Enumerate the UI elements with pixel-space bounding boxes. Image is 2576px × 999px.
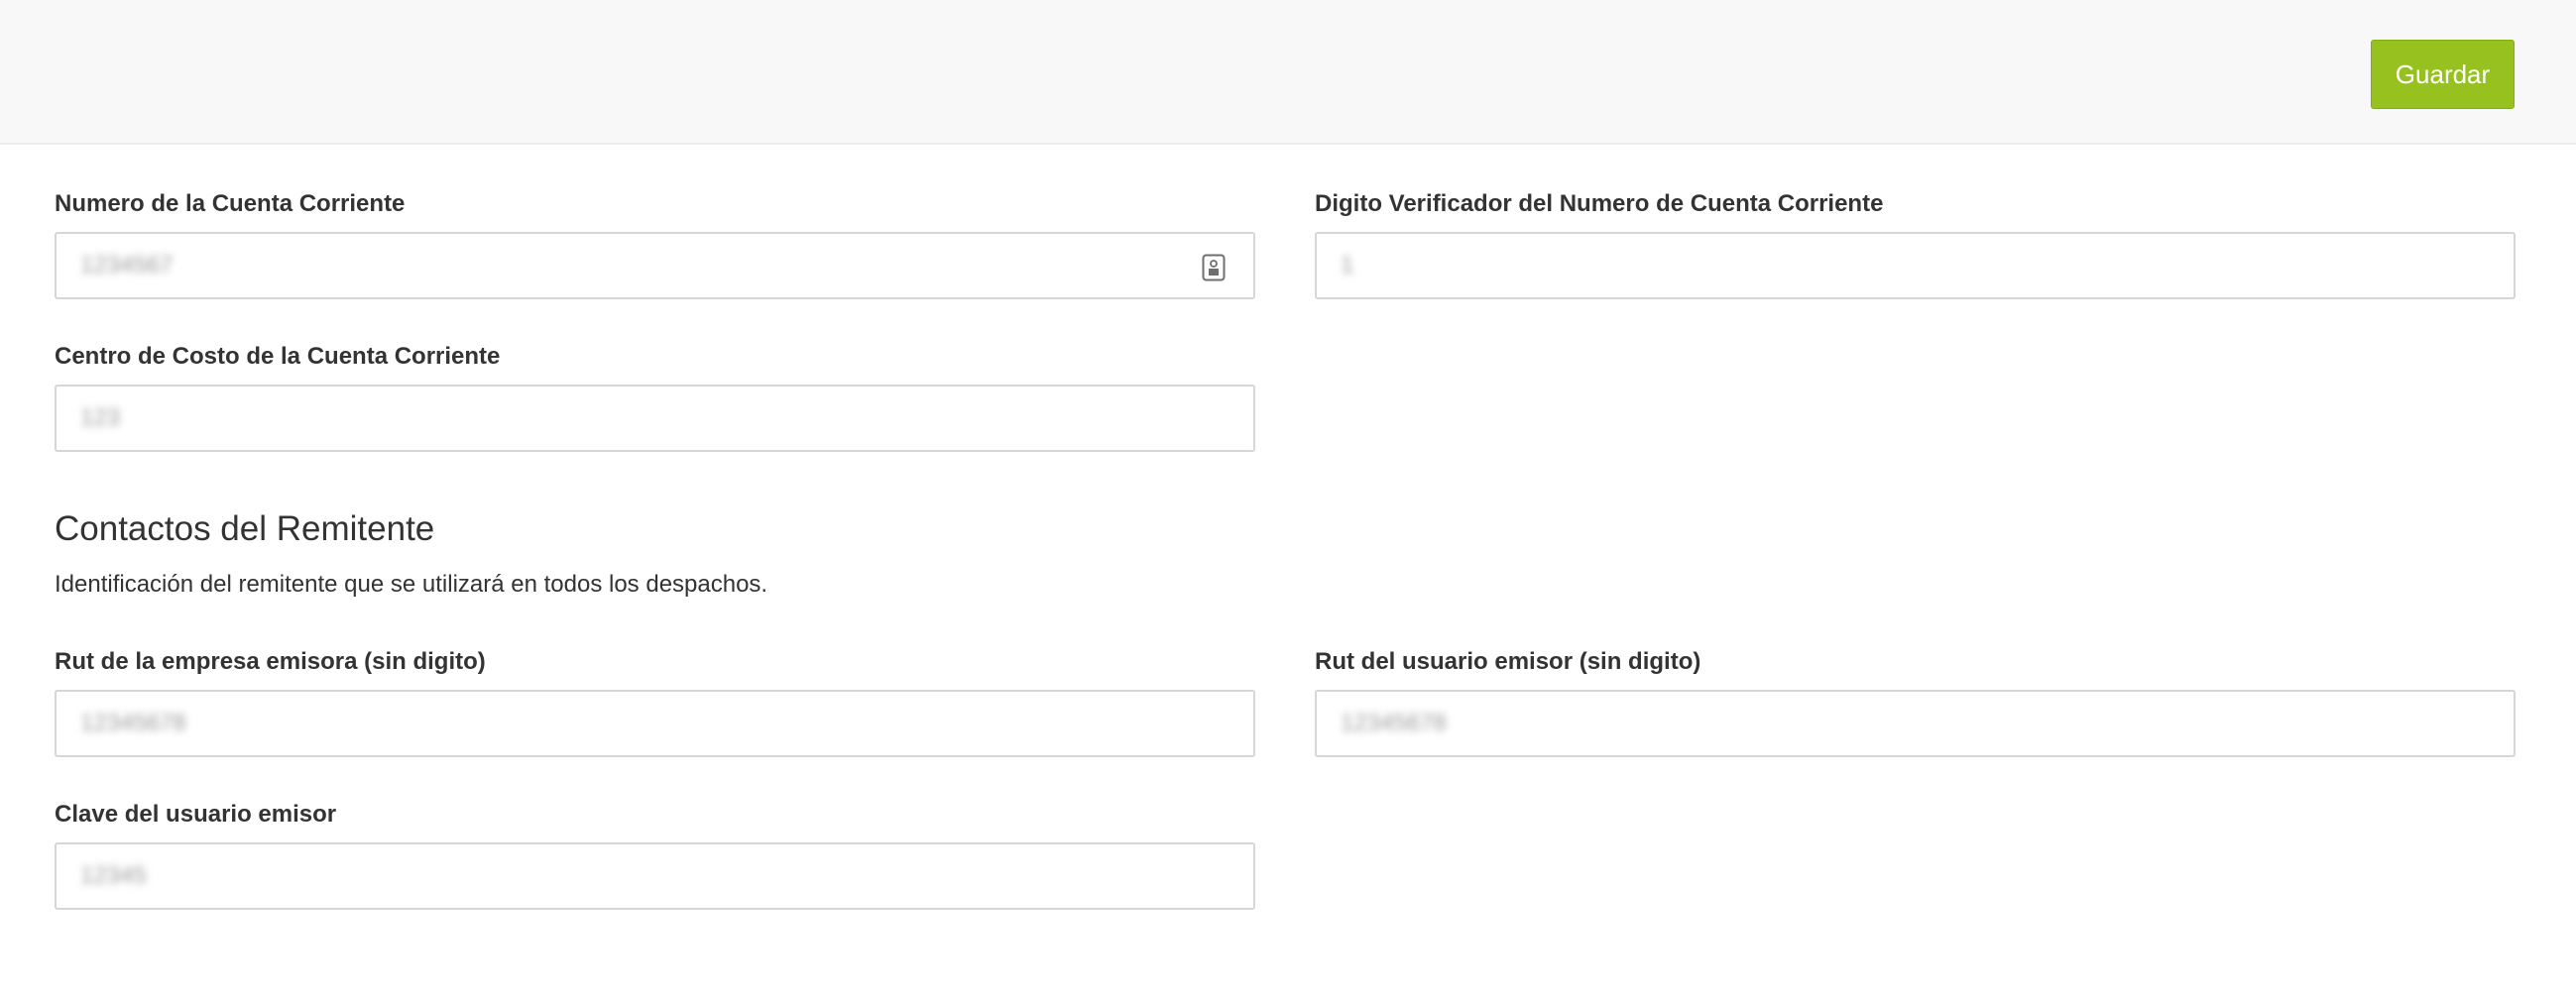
centro-costo-label: Centro de Costo de la Cuenta Corriente — [55, 343, 501, 370]
section-title: Contactos del Remitente — [55, 509, 435, 548]
clave-usuario-label: Clave del usuario emisor — [55, 801, 337, 828]
digito-verificador-field[interactable] — [1315, 232, 2516, 299]
rut-empresa-input[interactable] — [57, 692, 1253, 755]
password-manager-key-icon[interactable] — [1202, 254, 1226, 281]
rut-usuario-label: Rut del usuario emisor (sin digito) — [1315, 648, 1701, 675]
top-toolbar: Guardar — [0, 0, 2576, 145]
centro-costo-field[interactable] — [55, 385, 1255, 452]
digito-verificador-label: Digito Verificador del Numero de Cuenta … — [1315, 190, 1884, 217]
rut-empresa-field[interactable] — [55, 690, 1255, 757]
rut-empresa-label: Rut de la empresa emisora (sin digito) — [55, 648, 486, 675]
digito-verificador-input[interactable] — [1317, 234, 2514, 297]
rut-usuario-input[interactable] — [1317, 692, 2514, 755]
numero-cuenta-field[interactable] — [55, 232, 1255, 299]
clave-usuario-input[interactable] — [57, 844, 1253, 908]
clave-usuario-field[interactable] — [55, 842, 1255, 910]
centro-costo-input[interactable] — [57, 387, 1253, 450]
rut-usuario-field[interactable] — [1315, 690, 2516, 757]
numero-cuenta-label: Numero de la Cuenta Corriente — [55, 190, 406, 217]
numero-cuenta-input[interactable] — [57, 234, 1253, 297]
save-button[interactable]: Guardar — [2371, 40, 2515, 109]
section-description: Identificación del remitente que se util… — [55, 571, 768, 598]
